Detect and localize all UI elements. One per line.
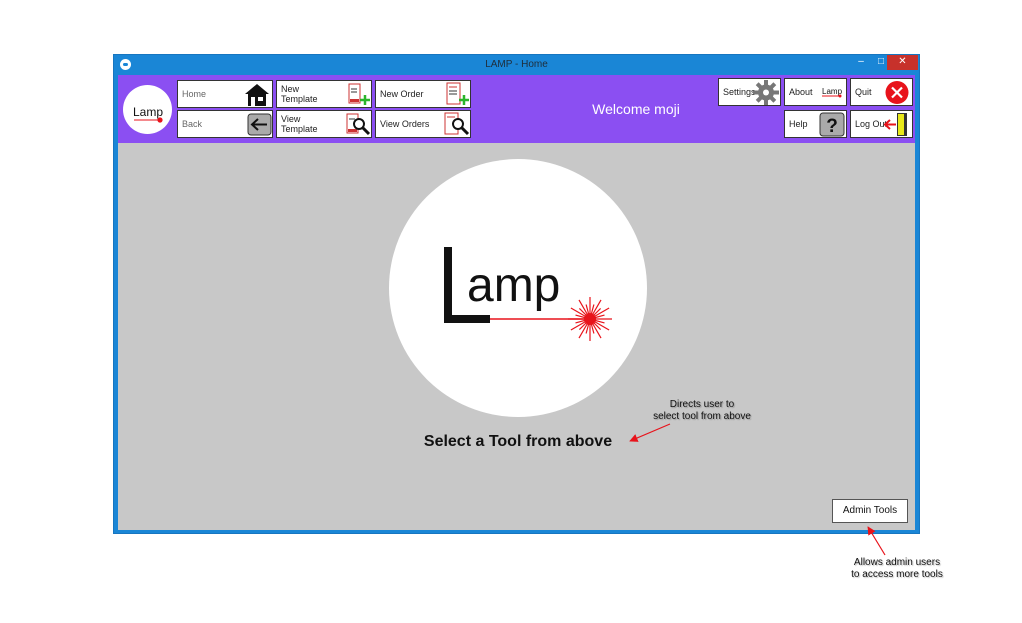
about-logo-icon: Lamp: [822, 87, 843, 98]
new-template-icon: [348, 83, 370, 105]
back-button[interactable]: Back: [177, 110, 273, 138]
admin-tools-annotation: Allows admin users to access more tools: [851, 557, 943, 580]
app-window: LAMP - Home – □ ✕ Lamp Home Back New Tem…: [113, 54, 920, 534]
gear-icon: [753, 80, 779, 105]
big-logo-text: amp: [467, 259, 560, 312]
logout-label: Log Out: [855, 119, 888, 129]
new-order-button[interactable]: New Order: [375, 80, 471, 108]
select-tool-annotation: Directs user to select tool from above: [653, 399, 751, 422]
home-button[interactable]: Home: [177, 80, 273, 108]
back-label: Back: [182, 119, 203, 129]
lamp-logo-icon: Lamp: [133, 105, 163, 123]
view-template-icon: [346, 113, 371, 136]
app-logo: Lamp: [123, 85, 172, 134]
client-area: Lamp Home Back New Template View Templat…: [118, 75, 915, 530]
back-arrow-icon: [247, 113, 272, 136]
screenshot-page: LAMP - Home – □ ✕ Lamp Home Back New Tem…: [0, 0, 1022, 623]
about-label: About: [789, 87, 813, 97]
about-button[interactable]: About Lamp: [784, 78, 847, 106]
lamp-laser-logo-icon: amp: [444, 247, 612, 341]
settings-label: Settings: [723, 87, 756, 97]
new-order-label: New Order: [380, 89, 424, 99]
view-template-label: View Template: [281, 114, 318, 134]
quit-button[interactable]: Quit: [850, 78, 913, 106]
logout-button[interactable]: Log Out: [850, 110, 913, 138]
view-orders-label: View Orders: [380, 119, 430, 129]
lamp-logo: amp: [389, 159, 647, 417]
close-circle-icon: [885, 81, 909, 104]
view-orders-button[interactable]: View Orders: [375, 110, 471, 138]
home-label: Home: [182, 89, 207, 99]
admin-tools-button[interactable]: Admin Tools: [832, 499, 908, 523]
question-mark-icon: ?: [819, 112, 845, 137]
welcome-message: Welcome moji: [592, 101, 680, 117]
svg-text:?: ?: [826, 116, 838, 137]
toolbar: Lamp Home Back New Template View Templat…: [118, 75, 915, 143]
new-template-label: New Template: [281, 84, 318, 104]
title-bar[interactable]: LAMP - Home – □ ✕: [114, 55, 919, 74]
view-orders-icon: [444, 112, 470, 136]
select-tool-instruction: Select a Tool from above: [423, 433, 613, 450]
new-template-button[interactable]: New Template: [276, 80, 372, 108]
logout-door-icon: [884, 113, 907, 136]
help-button[interactable]: Help ?: [784, 110, 847, 138]
minimize-button[interactable]: –: [851, 55, 871, 70]
new-order-icon: [446, 82, 469, 105]
view-template-button[interactable]: View Template: [276, 110, 372, 138]
quit-label: Quit: [855, 87, 872, 97]
help-label: Help: [789, 119, 808, 129]
window-title: LAMP - Home: [485, 59, 548, 70]
settings-button[interactable]: Settings: [718, 78, 781, 106]
house-icon: [245, 84, 269, 106]
close-button[interactable]: ✕: [887, 55, 918, 70]
logo-text: Lamp: [133, 105, 163, 119]
